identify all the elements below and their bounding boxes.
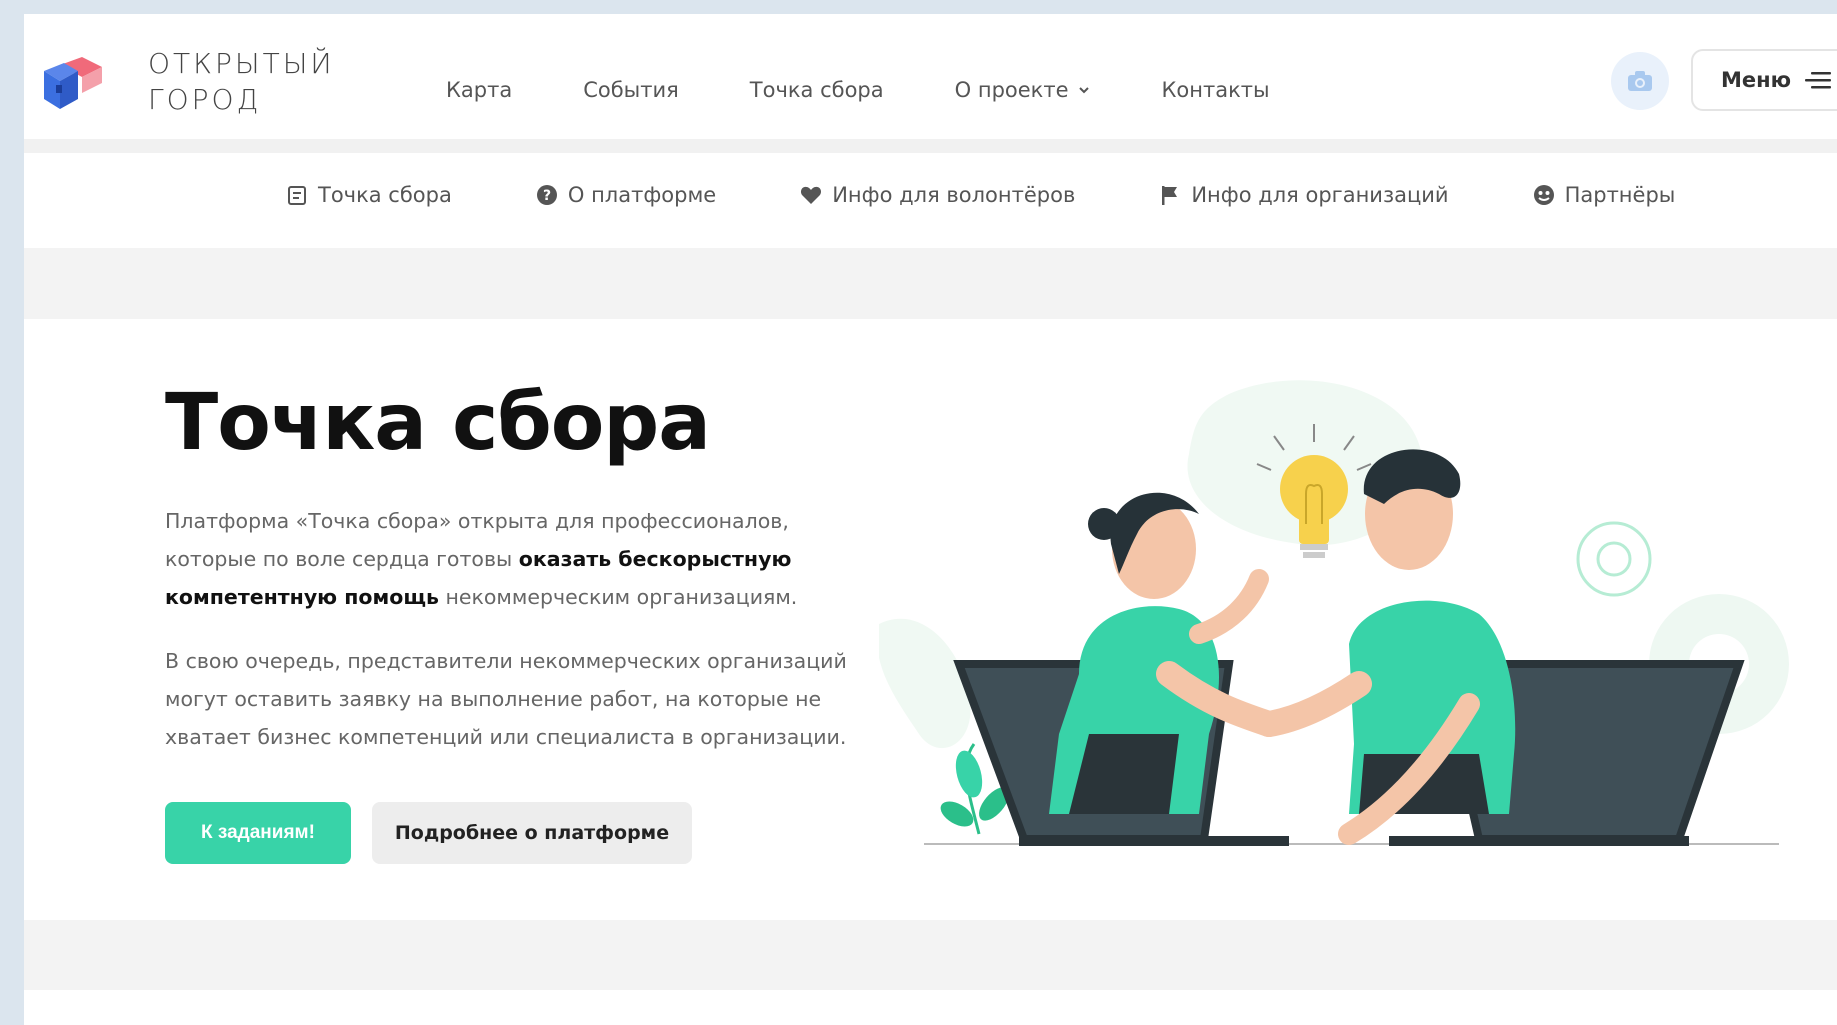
menu-lines-icon: [1805, 72, 1832, 89]
nav-label: Контакты: [1161, 78, 1270, 102]
sub-nav: Точка сбора ? О платформе Инфо для волон…: [24, 153, 1837, 248]
handshake-illustration: [879, 380, 1789, 846]
gear-icon: [1576, 521, 1652, 597]
section-band: [24, 248, 1837, 319]
logo-cube-icon: [44, 57, 102, 109]
flag-icon: [1162, 186, 1178, 205]
menu-label: Меню: [1721, 68, 1792, 92]
nav-label: Точка сбора: [749, 78, 884, 102]
subnav-label: О платформе: [567, 183, 717, 207]
subnav-item-about-platform[interactable]: ? О платформе: [536, 183, 716, 207]
to-tasks-button[interactable]: К заданиям!: [165, 802, 351, 864]
nav-label: О проекте: [954, 78, 1069, 102]
handshake-icon: [1533, 185, 1554, 205]
intro-paragraph: Платформа «Точка сбора» открыта для проф…: [165, 502, 885, 616]
subnav-label: Точка сбора: [318, 183, 452, 207]
nav-item-collection-point[interactable]: Точка сбора: [750, 78, 884, 102]
logo[interactable]: ОТКРЫТЫЙ ГОРОД: [42, 46, 335, 118]
nav-item-about[interactable]: О проекте: [955, 78, 1091, 102]
logo-line2: ГОРОД: [148, 83, 262, 116]
left-laptop-base: [1019, 836, 1289, 846]
subnav-item-organizations[interactable]: Инфо для организаций: [1159, 183, 1449, 207]
section-band-bottom: [24, 920, 1837, 990]
nav-item-map[interactable]: Карта: [446, 78, 512, 102]
subnav-item-volunteers[interactable]: Инфо для волонтёров: [800, 183, 1075, 207]
nav-item-events[interactable]: События: [583, 78, 679, 102]
header: ОТКРЫТЫЙ ГОРОД Карта События Точка сбора…: [24, 14, 1837, 139]
top-nav: Карта События Точка сбора О проекте Конт…: [446, 78, 1270, 102]
nav-label: События: [583, 78, 679, 102]
camera-button[interactable]: [1611, 52, 1669, 110]
subnav-label: Инфо для волонтёров: [832, 183, 1076, 207]
header-divider: [24, 139, 1837, 153]
subnav-item-collection-point[interactable]: Точка сбора: [286, 183, 452, 207]
right-laptop-base: [1389, 836, 1689, 846]
menu-button[interactable]: Меню: [1691, 49, 1837, 111]
camera-icon: [1628, 71, 1652, 91]
question-icon: ?: [536, 185, 557, 205]
chevron-down-icon: [1078, 87, 1089, 94]
nav-item-contacts[interactable]: Контакты: [1162, 78, 1270, 102]
document-icon: [288, 186, 306, 205]
more-about-platform-button[interactable]: Подробнее о платформе: [372, 802, 692, 864]
logo-line1: ОТКРЫТЫЙ: [148, 47, 335, 80]
page-title: Точка сбора: [165, 378, 711, 468]
nav-label: Карта: [446, 78, 513, 102]
intro-text-c: некоммерческим организациям.: [438, 585, 798, 609]
page: ОТКРЫТЫЙ ГОРОД Карта События Точка сбора…: [24, 14, 1837, 1025]
heart-icon: [801, 186, 822, 204]
subnav-item-partners[interactable]: Партнёры: [1533, 183, 1676, 207]
logo-text: ОТКРЫТЫЙ ГОРОД: [148, 46, 335, 118]
subnav-label: Инфо для организаций: [1191, 183, 1449, 207]
subnav-label: Партнёры: [1564, 183, 1676, 207]
left-blob: [879, 618, 971, 749]
organizations-paragraph: В свою очередь, представители некоммерче…: [165, 649, 847, 749]
svg-text:?: ?: [543, 188, 551, 204]
woman-figure: [1049, 492, 1282, 814]
